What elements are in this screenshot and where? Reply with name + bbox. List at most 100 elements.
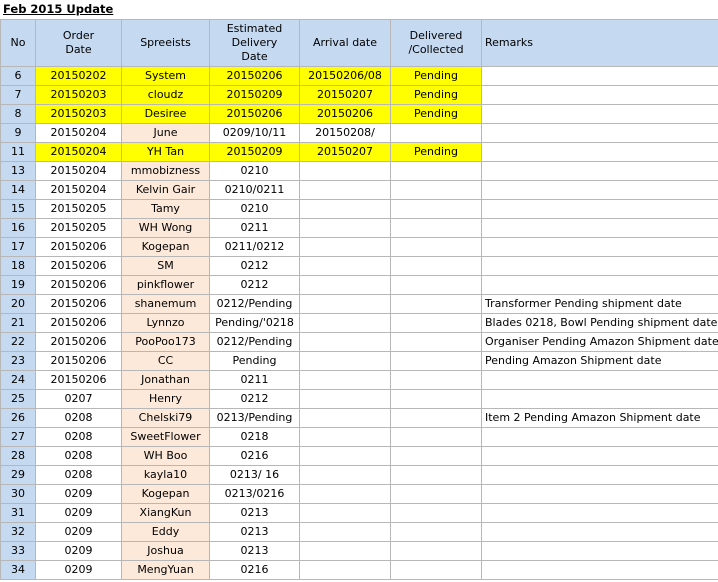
header-spreeists[interactable]: Spreeists	[121, 19, 210, 67]
cell-estimated-delivery[interactable]: 0213/ 16	[209, 465, 300, 485]
cell-spreeist[interactable]: CC	[121, 351, 210, 371]
cell-remarks[interactable]	[481, 541, 718, 561]
cell-no[interactable]: 26	[0, 408, 36, 428]
cell-arrival-date[interactable]	[299, 541, 391, 561]
cell-delivered[interactable]	[390, 123, 482, 143]
cell-arrival-date[interactable]	[299, 560, 391, 580]
cell-no[interactable]: 7	[0, 85, 36, 105]
cell-estimated-delivery[interactable]: 0210	[209, 161, 300, 181]
cell-remarks[interactable]	[481, 256, 718, 276]
cell-order-date[interactable]: 0209	[35, 503, 122, 523]
cell-spreeist[interactable]: Desiree	[121, 104, 210, 124]
cell-no[interactable]: 14	[0, 180, 36, 200]
cell-no[interactable]: 19	[0, 275, 36, 295]
cell-arrival-date[interactable]	[299, 237, 391, 257]
cell-no[interactable]: 23	[0, 351, 36, 371]
cell-order-date[interactable]: 20150206	[35, 275, 122, 295]
cell-order-date[interactable]: 20150206	[35, 370, 122, 390]
cell-delivered[interactable]	[390, 161, 482, 181]
cell-order-date[interactable]: 20150205	[35, 218, 122, 238]
cell-remarks[interactable]: Blades 0218, Bowl Pending shipment date	[481, 313, 718, 333]
cell-remarks[interactable]	[481, 85, 718, 105]
cell-spreeist[interactable]: kayla10	[121, 465, 210, 485]
cell-delivered[interactable]	[390, 218, 482, 238]
cell-estimated-delivery[interactable]: 20150209	[209, 85, 300, 105]
cell-arrival-date[interactable]	[299, 446, 391, 466]
cell-spreeist[interactable]: WH Boo	[121, 446, 210, 466]
cell-arrival-date[interactable]: 20150206/08	[299, 66, 391, 86]
cell-spreeist[interactable]: Joshua	[121, 541, 210, 561]
cell-order-date[interactable]: 20150204	[35, 180, 122, 200]
cell-no[interactable]: 30	[0, 484, 36, 504]
cell-order-date[interactable]: 20150203	[35, 104, 122, 124]
cell-no[interactable]: 18	[0, 256, 36, 276]
cell-delivered[interactable]: Pending	[390, 142, 482, 162]
cell-order-date[interactable]: 20150206	[35, 294, 122, 314]
cell-estimated-delivery[interactable]: 0211	[209, 218, 300, 238]
cell-spreeist[interactable]: Eddy	[121, 522, 210, 542]
cell-delivered[interactable]	[390, 351, 482, 371]
cell-order-date[interactable]: 20150204	[35, 161, 122, 181]
cell-delivered[interactable]	[390, 370, 482, 390]
cell-estimated-delivery[interactable]: 20150209	[209, 142, 300, 162]
cell-order-date[interactable]: 0207	[35, 389, 122, 409]
cell-estimated-delivery[interactable]: 20150206	[209, 104, 300, 124]
cell-estimated-delivery[interactable]: 0213	[209, 503, 300, 523]
cell-delivered[interactable]	[390, 275, 482, 295]
cell-spreeist[interactable]: System	[121, 66, 210, 86]
cell-estimated-delivery[interactable]: 0213	[209, 541, 300, 561]
cell-delivered[interactable]: Pending	[390, 85, 482, 105]
cell-order-date[interactable]: 20150206	[35, 332, 122, 352]
cell-estimated-delivery[interactable]: 0211	[209, 370, 300, 390]
cell-delivered[interactable]: Pending	[390, 104, 482, 124]
cell-spreeist[interactable]: SM	[121, 256, 210, 276]
cell-remarks[interactable]: Transformer Pending shipment date	[481, 294, 718, 314]
cell-arrival-date[interactable]	[299, 427, 391, 447]
cell-no[interactable]: 31	[0, 503, 36, 523]
cell-remarks[interactable]	[481, 275, 718, 295]
cell-spreeist[interactable]: Kelvin Gair	[121, 180, 210, 200]
cell-spreeist[interactable]: WH Wong	[121, 218, 210, 238]
cell-delivered[interactable]	[390, 256, 482, 276]
cell-remarks[interactable]	[481, 389, 718, 409]
cell-delivered[interactable]	[390, 180, 482, 200]
cell-no[interactable]: 29	[0, 465, 36, 485]
cell-no[interactable]: 25	[0, 389, 36, 409]
cell-order-date[interactable]: 20150206	[35, 256, 122, 276]
cell-remarks[interactable]	[481, 484, 718, 504]
cell-order-date[interactable]: 0209	[35, 522, 122, 542]
cell-remarks[interactable]	[481, 218, 718, 238]
cell-arrival-date[interactable]	[299, 522, 391, 542]
cell-arrival-date[interactable]	[299, 370, 391, 390]
cell-arrival-date[interactable]	[299, 332, 391, 352]
cell-estimated-delivery[interactable]: 0216	[209, 446, 300, 466]
cell-estimated-delivery[interactable]: 0209/10/11	[209, 123, 300, 143]
cell-spreeist[interactable]: XiangKun	[121, 503, 210, 523]
cell-arrival-date[interactable]	[299, 256, 391, 276]
cell-spreeist[interactable]: shanemum	[121, 294, 210, 314]
header-estimated-delivery[interactable]: Estimated Delivery Date	[209, 19, 300, 67]
cell-order-date[interactable]: 0208	[35, 446, 122, 466]
cell-estimated-delivery[interactable]: 0210	[209, 199, 300, 219]
cell-remarks[interactable]	[481, 237, 718, 257]
cell-arrival-date[interactable]	[299, 389, 391, 409]
cell-remarks[interactable]	[481, 123, 718, 143]
cell-order-date[interactable]: 20150203	[35, 85, 122, 105]
cell-no[interactable]: 9	[0, 123, 36, 143]
cell-order-date[interactable]: 20150205	[35, 199, 122, 219]
cell-delivered[interactable]: Pending	[390, 66, 482, 86]
cell-no[interactable]: 6	[0, 66, 36, 86]
cell-remarks[interactable]	[481, 66, 718, 86]
cell-order-date[interactable]: 0209	[35, 541, 122, 561]
cell-spreeist[interactable]: Kogepan	[121, 484, 210, 504]
cell-delivered[interactable]	[390, 522, 482, 542]
cell-order-date[interactable]: 20150204	[35, 123, 122, 143]
cell-spreeist[interactable]: YH Tan	[121, 142, 210, 162]
cell-spreeist[interactable]: mmobizness	[121, 161, 210, 181]
cell-no[interactable]: 17	[0, 237, 36, 257]
cell-arrival-date[interactable]	[299, 218, 391, 238]
cell-order-date[interactable]: 0208	[35, 427, 122, 447]
cell-order-date[interactable]: 20150206	[35, 313, 122, 333]
cell-estimated-delivery[interactable]: 0210/0211	[209, 180, 300, 200]
cell-arrival-date[interactable]	[299, 465, 391, 485]
